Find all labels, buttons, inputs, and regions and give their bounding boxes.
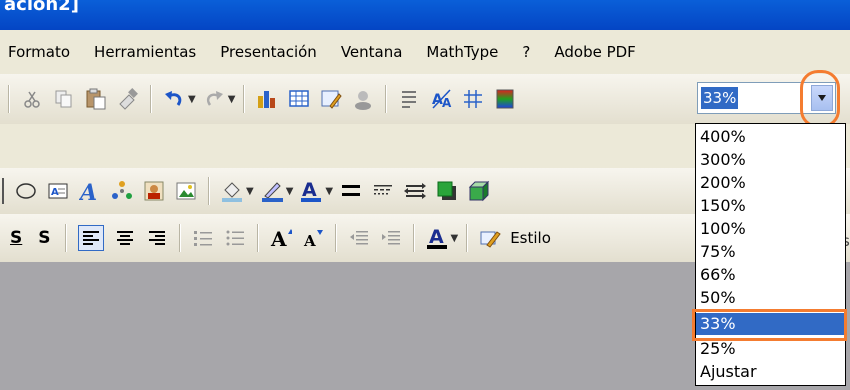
- show-formatting-icon[interactable]: AA: [430, 88, 452, 110]
- menu-ventana[interactable]: Ventana: [329, 43, 415, 61]
- align-left-icon[interactable]: [77, 225, 104, 251]
- toolbar-separator: [466, 224, 469, 252]
- zoom-option-fit[interactable]: Ajustar: [696, 361, 845, 383]
- zoom-option-66[interactable]: 66%: [696, 264, 845, 286]
- svg-text:A: A: [429, 226, 444, 248]
- increase-indent-icon[interactable]: [380, 227, 402, 249]
- undo-icon[interactable]: [163, 88, 185, 110]
- line-style-icon[interactable]: [340, 180, 362, 202]
- toolbar-separator: [150, 85, 152, 113]
- dash-style-icon[interactable]: [372, 180, 394, 202]
- line-color-icon[interactable]: [261, 180, 283, 202]
- menu-help[interactable]: ?: [510, 43, 542, 61]
- edit-table-icon[interactable]: [320, 88, 343, 110]
- toolbar-separator: [64, 224, 67, 252]
- arrow-style-icon[interactable]: [404, 180, 427, 202]
- toolbar-separator: [8, 85, 10, 113]
- svg-text:A: A: [303, 232, 316, 249]
- font-color-dropdown-icon[interactable]: ▼: [325, 186, 333, 197]
- toolbar-separator: [243, 85, 246, 113]
- zoom-option-300[interactable]: 300%: [696, 149, 845, 171]
- shadow-s-button[interactable]: S: [38, 228, 50, 248]
- decrease-font-size-icon[interactable]: A: [302, 227, 324, 249]
- oval-icon[interactable]: [15, 180, 37, 202]
- zoom-option-25[interactable]: 25%: [696, 338, 845, 360]
- copy-icon[interactable]: [53, 88, 75, 110]
- text-box-icon[interactable]: A: [47, 180, 69, 202]
- zoom-option-400[interactable]: 400%: [696, 126, 845, 148]
- menu-adobe-pdf[interactable]: Adobe PDF: [542, 43, 647, 61]
- fill-color-icon[interactable]: [221, 180, 243, 202]
- wordart-icon[interactable]: A: [79, 180, 101, 202]
- chart-icon[interactable]: [256, 88, 278, 110]
- cut-icon[interactable]: [21, 88, 43, 110]
- undo-dropdown-icon[interactable]: ▼: [188, 94, 196, 105]
- svg-text:A: A: [270, 227, 287, 249]
- toolbar-separator: [256, 224, 259, 252]
- window-title: ación2]: [4, 0, 79, 15]
- toolbar-separator: [412, 224, 415, 252]
- fill-color-dropdown-icon[interactable]: ▼: [246, 186, 254, 197]
- selected-option-highlight: [692, 309, 847, 341]
- zoom-option-200[interactable]: 200%: [696, 172, 845, 194]
- shadow-style-icon[interactable]: [436, 180, 458, 202]
- zoom-dropdown-list: 400% 300% 200% 150% 100% 75% 66% 50% 33%…: [695, 123, 846, 386]
- insert-picture-icon[interactable]: [175, 180, 197, 202]
- align-right-icon[interactable]: [146, 227, 168, 249]
- style-pencil-icon[interactable]: [479, 227, 501, 249]
- svg-text:A: A: [302, 179, 317, 201]
- svg-text:A: A: [79, 180, 97, 202]
- menu-bar: Formato Herramientas Presentación Ventan…: [0, 30, 850, 74]
- redo-dropdown-icon[interactable]: ▼: [228, 94, 236, 105]
- decrease-indent-icon[interactable]: [348, 227, 370, 249]
- expand-icon[interactable]: [398, 88, 420, 110]
- 3d-style-icon[interactable]: [468, 180, 490, 202]
- style-button[interactable]: Estilo: [510, 229, 551, 247]
- toolbar-separator: [334, 224, 337, 252]
- font-color-a-icon[interactable]: A: [426, 226, 448, 249]
- format-painter-icon[interactable]: [117, 88, 139, 110]
- grid-icon[interactable]: [462, 88, 484, 110]
- zoom-option-100[interactable]: 100%: [696, 218, 845, 240]
- clip-art-icon[interactable]: [143, 180, 165, 202]
- zoom-option-150[interactable]: 150%: [696, 195, 845, 217]
- color-grayscale-icon[interactable]: [494, 88, 516, 110]
- toolbar-separator: [178, 224, 181, 252]
- rectangle-edge-icon[interactable]: [2, 178, 4, 204]
- collaborate-icon[interactable]: [352, 88, 374, 110]
- menu-herramientas[interactable]: Herramientas: [82, 43, 208, 61]
- dropdown-button-highlight: [800, 70, 840, 128]
- underline-s-button[interactable]: S: [10, 228, 22, 248]
- svg-text:A: A: [51, 187, 59, 198]
- toolbar-separator: [385, 85, 388, 113]
- menu-presentacion[interactable]: Presentación: [208, 43, 329, 61]
- svg-text:A: A: [442, 96, 452, 110]
- zoom-current-value[interactable]: 33%: [701, 87, 739, 109]
- zoom-option-50[interactable]: 50%: [696, 287, 845, 309]
- redo-icon[interactable]: [203, 88, 225, 110]
- title-bar: ación2]: [0, 0, 850, 30]
- menu-formato[interactable]: Formato: [0, 43, 82, 61]
- increase-font-size-icon[interactable]: A: [270, 227, 292, 249]
- menu-mathtype[interactable]: MathType: [414, 43, 510, 61]
- paste-icon[interactable]: [85, 88, 107, 110]
- line-color-dropdown-icon[interactable]: ▼: [286, 186, 294, 197]
- font-color-icon[interactable]: A: [300, 179, 322, 202]
- numbered-list-icon[interactable]: [192, 227, 214, 249]
- bulleted-list-icon[interactable]: [224, 227, 246, 249]
- table-icon[interactable]: [288, 88, 310, 110]
- diagram-icon[interactable]: [111, 180, 133, 202]
- font-color-a-dropdown-icon[interactable]: ▼: [451, 233, 459, 244]
- zoom-option-75[interactable]: 75%: [696, 241, 845, 263]
- toolbar-separator: [208, 177, 210, 205]
- align-center-icon[interactable]: [114, 227, 136, 249]
